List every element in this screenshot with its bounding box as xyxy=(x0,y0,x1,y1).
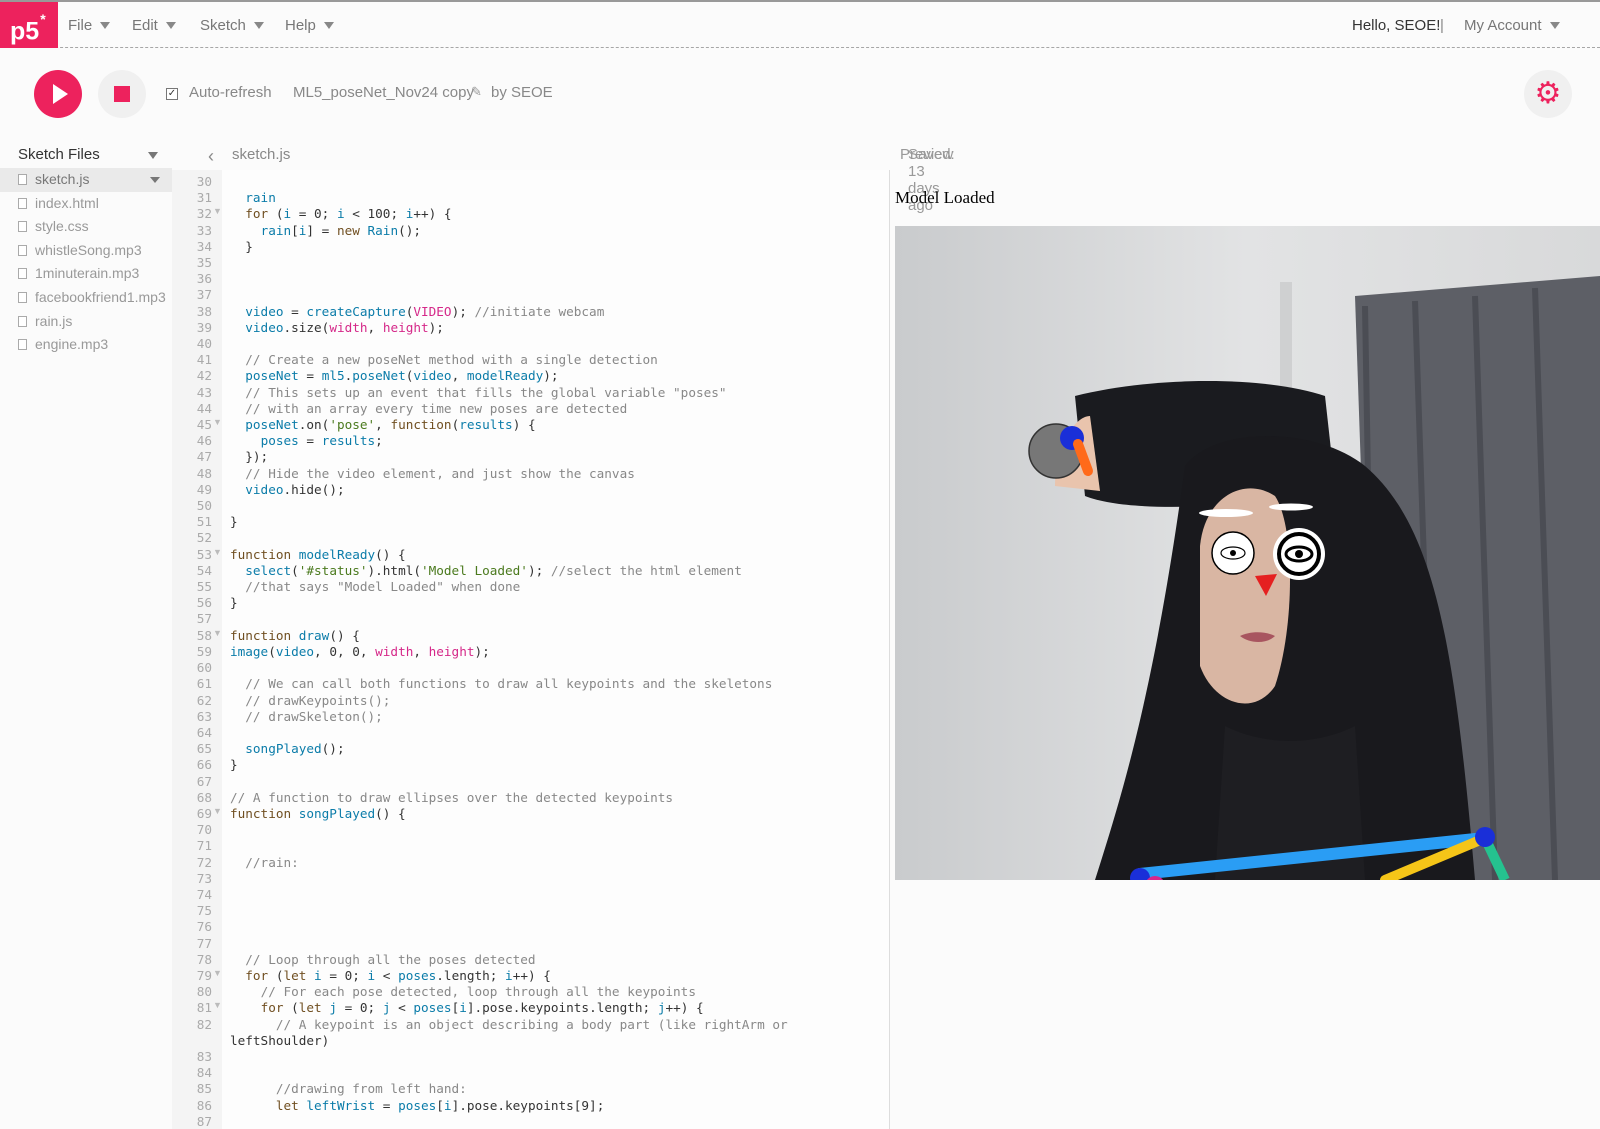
line-numbers: 30 31 32 33 34 35 36 37 38 39 40 41 42 4… xyxy=(196,174,212,1129)
chevron-down-icon xyxy=(253,22,264,29)
p5-logo[interactable]: p5* xyxy=(0,2,58,48)
sketch-files-sidebar: Sketch Files sketch.js index.html style.cs… xyxy=(0,140,172,1129)
file-name: sketch.js xyxy=(35,171,90,187)
file-name: whistleSong.mp3 xyxy=(35,241,142,258)
code-editor[interactable]: 30 31 32 33 34 35 36 37 38 39 40 41 42 4… xyxy=(172,170,890,1129)
chevron-down-icon[interactable] xyxy=(148,152,158,159)
file-icon xyxy=(18,339,27,351)
chevron-down-icon xyxy=(100,22,111,29)
preview-label: Preview xyxy=(900,146,954,163)
fold-toggle-icon[interactable]: ▼ xyxy=(213,968,222,978)
menu-help[interactable]: Help xyxy=(285,2,334,48)
file-item[interactable]: whistleSong.mp3 xyxy=(0,239,172,263)
file-icon xyxy=(18,197,27,209)
file-name: 1minuterain.mp3 xyxy=(35,265,140,282)
fold-toggle-icon[interactable]: ▼ xyxy=(213,628,222,638)
file-icon xyxy=(18,291,27,303)
fold-toggle-icon[interactable]: ▼ xyxy=(213,1000,222,1010)
file-icon xyxy=(18,315,27,327)
gear-icon[interactable]: ⚙ xyxy=(1524,70,1572,118)
pencil-icon[interactable]: ✎ xyxy=(471,84,482,100)
file-icon xyxy=(18,221,27,233)
file-icon xyxy=(18,174,27,185)
menu-sketch[interactable]: Sketch xyxy=(200,2,264,48)
fold-toggle-icon[interactable]: ▼ xyxy=(213,806,222,816)
file-name: facebookfriend1.mp3 xyxy=(35,288,166,305)
file-name: engine.mp3 xyxy=(35,336,109,353)
file-name: index.html xyxy=(35,194,99,211)
file-item[interactable]: engine.mp3 xyxy=(0,333,172,357)
code-content[interactable]: rain for (i = 0; i < 100; i++) { rain[i]… xyxy=(230,174,788,1129)
file-item[interactable]: sketch.js xyxy=(0,168,172,192)
file-item[interactable]: rain.js xyxy=(0,310,172,334)
chevron-left-icon[interactable]: ‹ xyxy=(208,146,214,167)
user-greeting: Hello, SEOE! xyxy=(1352,17,1441,34)
auto-refresh-checkbox[interactable]: ✓ xyxy=(166,88,178,100)
fold-toggle-icon[interactable]: ▼ xyxy=(213,206,222,216)
webcam-preview-image xyxy=(895,226,1600,880)
file-icon xyxy=(18,244,27,256)
project-name[interactable]: ML5_poseNet_Nov24 copy xyxy=(293,84,474,101)
toolbar: ✓ Auto-refresh ML5_poseNet_Nov24 copy ✎ … xyxy=(0,48,1600,140)
file-name: rain.js xyxy=(35,312,73,329)
top-nav: p5* File Edit Sketch Help Hello, SEOE! |… xyxy=(0,0,1600,48)
sketch-files-title: Sketch Files xyxy=(18,146,100,163)
file-item[interactable]: facebookfriend1.mp3 xyxy=(0,286,172,310)
menu-my-account[interactable]: My Account xyxy=(1464,2,1560,48)
editor-header: ‹ sketch.js Saved: 13 days ago xyxy=(172,140,955,214)
chevron-down-icon[interactable] xyxy=(150,177,160,183)
stop-button[interactable] xyxy=(98,70,146,118)
auto-refresh-label: Auto-refresh xyxy=(189,84,272,101)
sketch-canvas[interactable] xyxy=(895,226,1600,880)
file-list: sketch.js index.html style.css whistleSong.… xyxy=(0,168,172,357)
menu-file[interactable]: File xyxy=(68,2,111,48)
file-item[interactable]: 1minuterain.mp3 xyxy=(0,262,172,286)
model-status: Model Loaded xyxy=(895,188,995,207)
chevron-down-icon xyxy=(1549,22,1560,29)
file-item[interactable]: index.html xyxy=(0,192,172,216)
nav-separator: | xyxy=(1440,17,1444,34)
project-author: by SEOE xyxy=(491,84,553,101)
chevron-down-icon xyxy=(323,22,334,29)
file-name: style.css xyxy=(35,218,89,235)
file-item[interactable]: style.css xyxy=(0,215,172,239)
fold-toggle-icon[interactable]: ▼ xyxy=(213,417,222,427)
play-button[interactable] xyxy=(34,70,82,118)
chevron-down-icon xyxy=(165,22,176,29)
open-file-name: sketch.js xyxy=(232,146,291,163)
menu-edit[interactable]: Edit xyxy=(132,2,176,48)
file-icon xyxy=(18,268,27,280)
fold-toggle-icon[interactable]: ▼ xyxy=(213,547,222,557)
